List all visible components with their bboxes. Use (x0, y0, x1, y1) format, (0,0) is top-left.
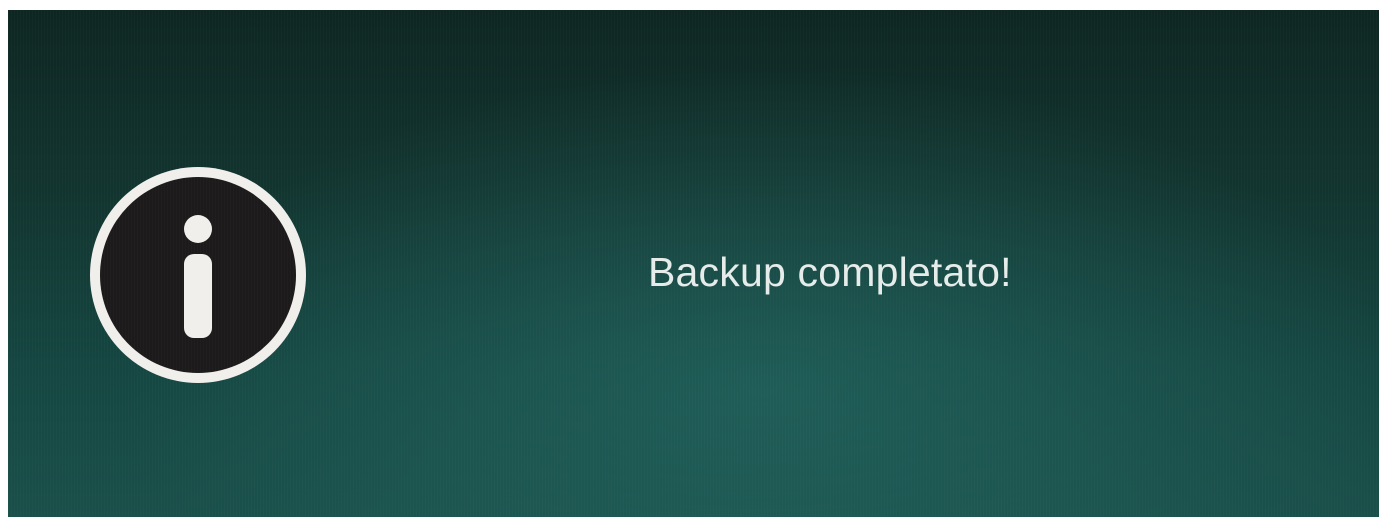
info-icon (90, 167, 306, 383)
backup-notification-screen: Backup completato! (8, 10, 1379, 517)
status-message: Backup completato! (648, 249, 1012, 295)
monitor-frame: Backup completato! (8, 10, 1379, 517)
